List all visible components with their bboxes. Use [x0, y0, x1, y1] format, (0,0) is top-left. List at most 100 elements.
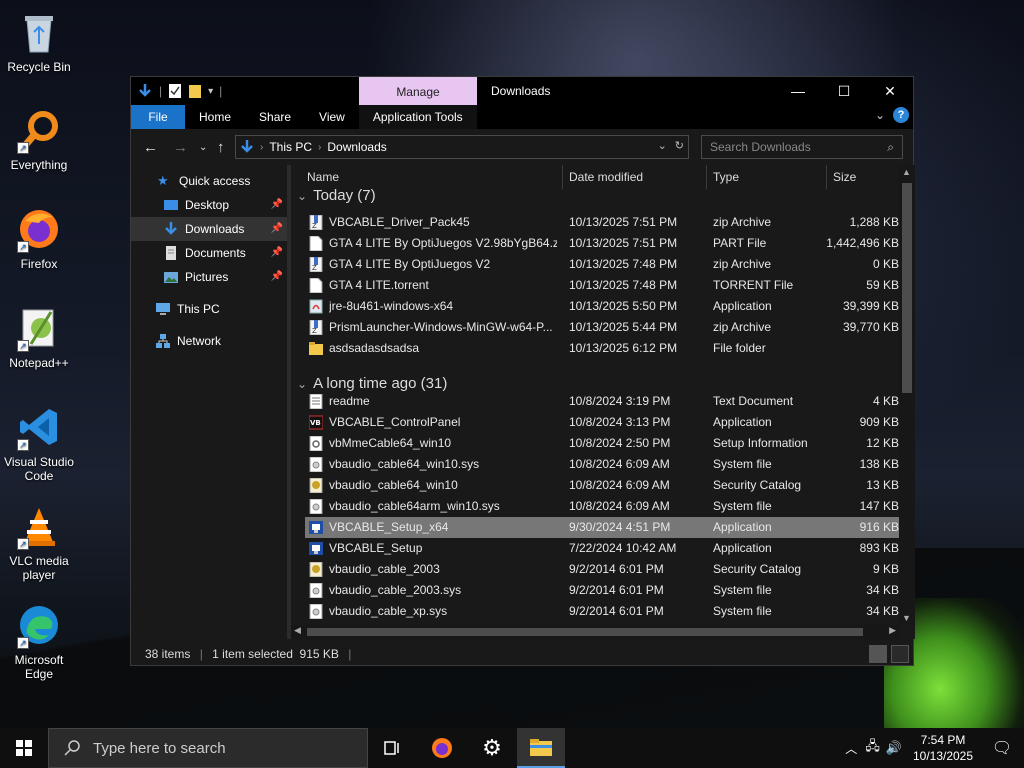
vertical-scroll-thumb[interactable] [902, 183, 912, 393]
group-header[interactable]: ⌄ Today (7) [297, 187, 376, 204]
minimize-button[interactable]: — [775, 77, 821, 105]
nav-label: Downloads [185, 222, 245, 236]
nav-item-pictures[interactable]: Pictures 📌 [131, 265, 287, 289]
file-row[interactable]: Z PrismLauncher-Windows-MinGW-w64-P... 10/… [305, 317, 899, 338]
back-arrow-icon[interactable]: ← [143, 139, 158, 156]
nav-item-quick-access[interactable]: ★ Quick access [131, 169, 287, 193]
taskbar-file-explorer[interactable] [517, 728, 565, 768]
customize-toolbar-icon[interactable]: ▾ [208, 86, 213, 97]
file-row[interactable]: vbaudio_cable_xp.sys 9/2/2014 6:01 PM Syst… [305, 601, 899, 622]
tab-share[interactable]: Share [245, 105, 305, 129]
desktop-icon-everything[interactable]: ↗ Everything [0, 106, 78, 172]
address-bar[interactable]: › This PC › Downloads ⌄ ↻ [235, 135, 689, 159]
nav-item-this-pc[interactable]: This PC [131, 297, 287, 321]
horizontal-scroll-thumb[interactable] [307, 628, 863, 636]
manage-tab[interactable]: Manage [359, 77, 477, 105]
desktop-icon-vscode[interactable]: ↗ Visual Studio Code [0, 403, 78, 483]
expand-ribbon-icon[interactable]: ⌄ [875, 108, 885, 122]
large-icons-view-icon[interactable] [891, 645, 909, 663]
file-row[interactable]: vbaudio_cable_2003.sys 9/2/2014 6:01 PM Sy… [305, 580, 899, 601]
volume-icon[interactable]: 🔊 [886, 740, 902, 756]
scroll-left-icon[interactable]: ◀ [294, 625, 301, 636]
nav-item-downloads[interactable]: Downloads 📌 [131, 217, 287, 241]
start-button[interactable] [0, 728, 48, 768]
taskbar-settings[interactable]: ⚙ [468, 728, 516, 768]
maximize-button[interactable]: ☐ [821, 77, 867, 105]
downloads-folder-icon [163, 221, 179, 237]
scroll-right-icon[interactable]: ▶ [889, 625, 896, 636]
clock[interactable]: 7:54 PM 10/13/2025 [906, 732, 980, 764]
details-view-icon[interactable] [869, 645, 887, 663]
file-row[interactable]: VBCABLE_Setup 7/22/2024 10:42 AM Applicati… [305, 538, 899, 559]
task-view-button[interactable] [368, 728, 416, 768]
scroll-up-icon[interactable]: ▲ [902, 167, 911, 177]
notifications-icon[interactable]: 🗨 [980, 738, 1024, 758]
refresh-icon[interactable]: ↻ [675, 139, 684, 152]
tab-application-tools[interactable]: Application Tools [358, 105, 477, 129]
file-row[interactable]: asdsadasdsadsa 10/13/2025 6:12 PM File fol… [305, 338, 899, 359]
column-header-size[interactable]: Size [827, 165, 899, 189]
taskbar-search-box[interactable]: Type here to search [48, 728, 368, 768]
file-size: 1,288 KB [849, 215, 899, 229]
desktop-icon-firefox[interactable]: ↗ Firefox [0, 205, 78, 271]
breadcrumb-downloads[interactable]: Downloads [327, 140, 386, 154]
properties-icon[interactable] [168, 83, 182, 99]
tab-view[interactable]: View [305, 105, 359, 129]
search-input[interactable]: Search Downloads ⌕ [701, 135, 903, 159]
scroll-down-icon[interactable]: ▼ [902, 613, 911, 623]
desktop-icon-recycle-bin[interactable]: Recycle Bin [0, 8, 78, 74]
desktop-icon-vlc[interactable]: ↗ VLC media player [0, 502, 78, 582]
file-name: vbaudio_cable64_win10.sys [329, 457, 480, 471]
pin-icon[interactable]: 📌 [271, 217, 283, 241]
tab-home[interactable]: Home [185, 105, 245, 129]
gear-icon: ⚙ [482, 735, 502, 760]
column-header-type[interactable]: Type [707, 165, 827, 189]
desktop-icon-notepad-plus-plus[interactable]: ↗ Notepad++ [0, 304, 78, 370]
file-row[interactable]: vbaudio_cable64_win10.sys 10/8/2024 6:09 … [305, 454, 899, 475]
file-row[interactable]: readme 10/8/2024 3:19 PM Text Document 4 KB [305, 391, 899, 412]
collapse-chevron-icon[interactable]: ⌄ [297, 377, 307, 391]
vertical-scrollbar[interactable]: ▲ ▼ [899, 165, 915, 625]
taskbar-firefox[interactable] [418, 728, 466, 768]
recent-locations-icon[interactable]: ⌄ [199, 142, 207, 153]
nav-item-network[interactable]: Network [131, 329, 287, 353]
show-hidden-icons-icon[interactable]: ︿ [845, 740, 857, 757]
file-row[interactable]: vbaudio_cable64_win10 10/8/2024 6:09 AM Se… [305, 475, 899, 496]
file-row[interactable]: vbaudio_cable_2003 9/2/2014 6:01 PM Securi… [305, 559, 899, 580]
file-row[interactable]: GTA 4 LITE By OptiJuegos V2.98bYgB64.zi.… [305, 233, 899, 254]
quick-access-toolbar: | ▾ | [137, 81, 222, 101]
file-row[interactable]: Z VBCABLE_Driver_Pack45 10/13/2025 7:51 PM… [305, 212, 899, 233]
collapse-chevron-icon[interactable]: ⌄ [297, 189, 307, 203]
desktop-icon-edge[interactable]: ↗ Microsoft Edge [0, 601, 78, 681]
file-name: vbaudio_cable64_win10 [329, 478, 458, 492]
tab-file[interactable]: File [131, 105, 185, 129]
nav-item-documents[interactable]: Documents 📌 [131, 241, 287, 265]
firefox-icon: ↗ [15, 205, 63, 253]
file-row[interactable]: VBCABLE_Setup_x64 9/30/2024 4:51 PM Applic… [305, 517, 899, 538]
file-date: 10/13/2025 7:51 PM [569, 215, 678, 229]
horizontal-scrollbar[interactable]: ◀ ▶ [291, 625, 899, 639]
pin-icon[interactable]: 📌 [271, 265, 283, 289]
close-button[interactable]: ✕ [867, 77, 913, 105]
nav-item-desktop[interactable]: Desktop 📌 [131, 193, 287, 217]
download-arrow-icon[interactable] [137, 83, 153, 99]
svg-text:VB: VB [310, 419, 321, 427]
file-row[interactable]: Z GTA 4 LITE By OptiJuegos V2 10/13/2025 7… [305, 254, 899, 275]
address-dropdown-icon[interactable]: ⌄ [658, 139, 667, 152]
pin-icon[interactable]: 📌 [271, 193, 283, 217]
file-row[interactable]: jre-8u461-windows-x64 10/13/2025 5:50 PM A… [305, 296, 899, 317]
network-icon[interactable]: 🖧 [865, 737, 880, 759]
file-row[interactable]: vbMmeCable64_win10 10/8/2024 2:50 PM Setup… [305, 433, 899, 454]
file-row[interactable]: GTA 4 LITE.torrent 10/13/2025 7:48 PM TORR… [305, 275, 899, 296]
group-header[interactable]: ⌄ A long time ago (31) [297, 375, 447, 392]
breadcrumb-this-pc[interactable]: This PC [269, 140, 312, 154]
pin-icon[interactable]: 📌 [271, 241, 283, 265]
column-header-date[interactable]: Date modified [563, 165, 707, 189]
file-row[interactable]: vbaudio_cable64arm_win10.sys 10/8/2024 6:… [305, 496, 899, 517]
new-folder-icon[interactable] [188, 83, 202, 99]
forward-arrow-icon[interactable]: → [173, 139, 188, 156]
file-row[interactable]: VB VBCABLE_ControlPanel 10/8/2024 3:13 PM A… [305, 412, 899, 433]
help-icon[interactable]: ? [893, 107, 909, 123]
column-header-name[interactable]: Name [301, 165, 563, 189]
up-arrow-icon[interactable]: ↑ [217, 139, 225, 156]
